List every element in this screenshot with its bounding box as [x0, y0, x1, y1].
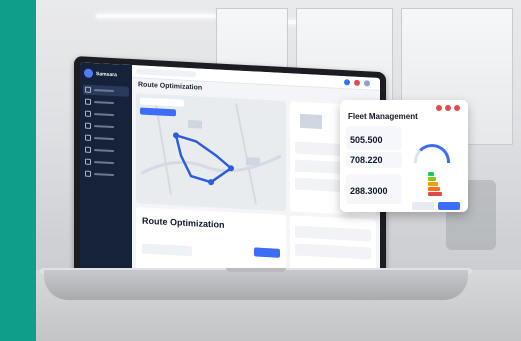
sidebar-item[interactable]	[83, 84, 129, 97]
primary-button[interactable]	[254, 247, 280, 258]
stat-box: 708.220	[346, 152, 402, 168]
ceiling-light	[96, 14, 216, 18]
nav-label-blur	[94, 113, 114, 117]
secondary-button[interactable]	[412, 202, 434, 210]
user-icon[interactable]	[364, 80, 370, 87]
nav-label-blur	[94, 101, 114, 105]
notification-icon[interactable]	[354, 79, 360, 86]
app-window: Samsara Route Optimization Route Optimiz…	[80, 62, 380, 289]
map-pin-icon	[173, 132, 179, 139]
list-item[interactable]	[142, 243, 192, 257]
laptop-base	[44, 270, 468, 300]
nav-label-blur	[94, 137, 114, 141]
nav-icon	[85, 86, 91, 93]
sidebar-item[interactable]	[83, 132, 129, 144]
nav-label-blur	[94, 149, 114, 153]
list-item[interactable]	[295, 243, 371, 260]
accent-bar	[0, 0, 36, 341]
laptop-notch	[226, 268, 286, 272]
efficiency-bar	[428, 172, 434, 176]
nav-label-blur	[94, 89, 114, 93]
logo-icon	[84, 68, 93, 78]
map-road	[235, 103, 257, 205]
sidebar-item[interactable]	[83, 168, 129, 180]
truck-icon	[300, 113, 322, 129]
brand: Samsara	[84, 68, 117, 80]
truck-icon[interactable]	[246, 157, 260, 166]
nav-icon	[85, 110, 91, 117]
efficiency-scale	[428, 172, 442, 202]
primary-button[interactable]	[438, 202, 460, 210]
sidebar-item[interactable]	[83, 144, 129, 156]
stat-value: 288.3000	[350, 186, 388, 196]
sidebar-nav	[83, 84, 129, 182]
nav-icon	[85, 134, 91, 141]
sidebar-item[interactable]	[83, 108, 129, 120]
page-title: Route Optimization	[138, 81, 203, 92]
map-road	[155, 104, 172, 196]
sidebar-item[interactable]	[83, 96, 129, 108]
route-map[interactable]	[136, 93, 286, 212]
fleet-management-card: Fleet Management 505.500 708.220 288.300…	[340, 100, 468, 212]
efficiency-bar	[428, 187, 440, 191]
efficiency-bar	[428, 177, 436, 181]
sidebar: Samsara	[80, 62, 132, 276]
route-line	[174, 134, 234, 184]
avatar[interactable]	[344, 79, 350, 86]
nav-label-blur	[94, 125, 114, 129]
sidebar-item[interactable]	[83, 120, 129, 132]
card-title: Fleet Management	[348, 112, 418, 121]
marketing-photo: Samsara Route Optimization Route Optimiz…	[0, 0, 521, 341]
status-dot	[454, 105, 460, 111]
nav-icon	[85, 122, 91, 129]
efficiency-bar	[428, 192, 442, 196]
stat-value: 708.220	[350, 155, 383, 165]
nav-label-blur	[94, 173, 114, 177]
truck-icon[interactable]	[188, 119, 202, 129]
stat-value: 505.500	[350, 135, 383, 145]
stat-box: 288.3000	[346, 174, 402, 204]
list-item[interactable]	[295, 225, 371, 242]
brand-name: Samsara	[96, 70, 117, 78]
nav-label-blur	[94, 161, 114, 165]
sidebar-item[interactable]	[83, 156, 129, 168]
search-input[interactable]	[136, 68, 196, 78]
nav-icon	[85, 170, 91, 177]
gauge-fill	[414, 144, 450, 163]
status-dot	[436, 105, 442, 111]
status-dot	[445, 105, 451, 111]
stat-box: 505.500	[346, 126, 402, 150]
nav-icon	[85, 146, 91, 153]
nav-icon	[85, 98, 91, 105]
route-card-title: Route Optimization	[142, 215, 225, 230]
efficiency-bar	[428, 182, 438, 186]
nav-icon	[85, 158, 91, 165]
